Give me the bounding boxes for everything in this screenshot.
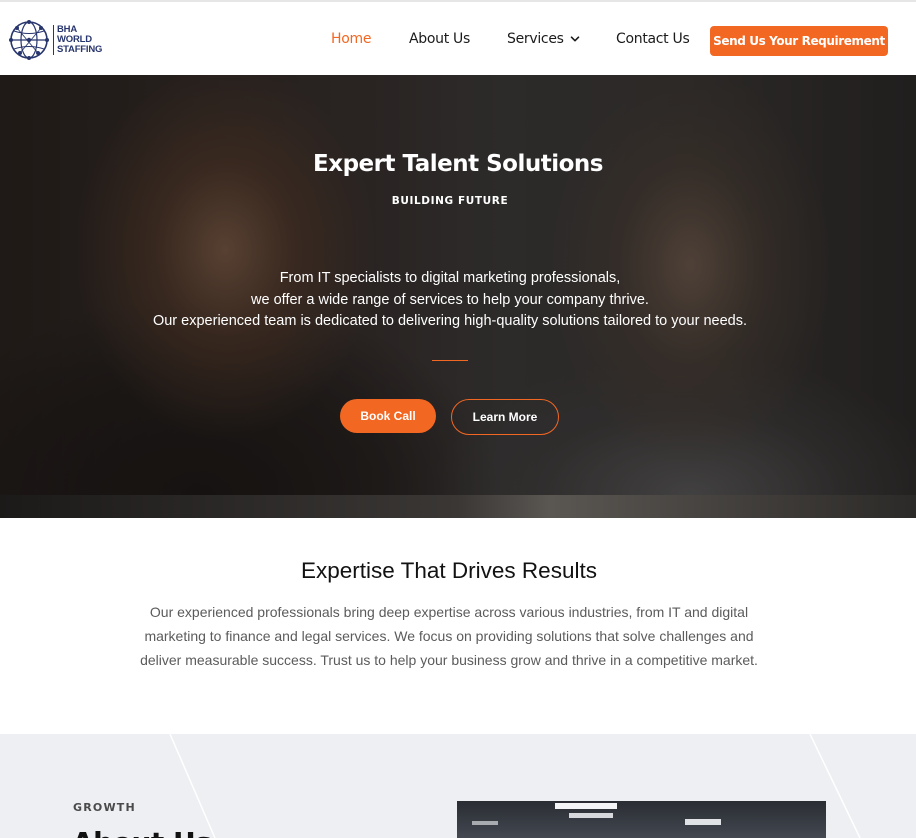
logo-line: STAFFING: [57, 44, 103, 55]
office-image: [457, 801, 826, 838]
nav-item-about-us[interactable]: About Us: [409, 31, 470, 47]
about-section: GROWTH About Us: [0, 734, 916, 838]
nav-item-home[interactable]: Home: [331, 31, 371, 47]
logo-wordmark: BHA WORLD STAFFING: [53, 25, 102, 55]
hero-section: Expert Talent Solutions BUILDING FUTURE …: [0, 75, 916, 518]
hero-description: From IT specialists to digital marketing…: [0, 268, 900, 333]
hero-divider: [432, 360, 468, 361]
learn-more-button[interactable]: Learn More: [451, 399, 559, 435]
section-eyebrow: GROWTH: [73, 801, 136, 814]
nav-item-services[interactable]: Services: [507, 31, 580, 47]
hero-description-line: we offer a wide range of services to hel…: [251, 291, 649, 308]
hero-bottom-strip: [0, 495, 916, 518]
chevron-down-icon: [570, 36, 579, 42]
about-heading: About Us: [72, 826, 212, 838]
book-call-button[interactable]: Book Call: [340, 399, 436, 433]
nav-item-contact-us[interactable]: Contact Us: [616, 31, 690, 47]
send-requirement-button[interactable]: Send Us Your Requirement: [710, 26, 888, 56]
site-header: BHA WORLD STAFFING Home About Us Service…: [0, 0, 916, 75]
expertise-section: Expertise That Drives Results Our experi…: [0, 518, 916, 734]
hero-subtitle: BUILDING FUTURE: [391, 195, 509, 207]
hero-title: Expert Talent Solutions: [313, 151, 603, 177]
logo[interactable]: BHA WORLD STAFFING: [8, 18, 108, 62]
globe-network-icon: [9, 20, 49, 60]
nav-item-services-label: Services: [507, 31, 564, 47]
expertise-title: Expertise That Drives Results: [301, 558, 597, 583]
hero-description-line: From IT specialists to digital marketing…: [279, 270, 621, 286]
hero-description-line: Our experienced team is dedicated to del…: [152, 313, 748, 329]
expertise-text: Our experienced professionals bring deep…: [140, 604, 758, 668]
